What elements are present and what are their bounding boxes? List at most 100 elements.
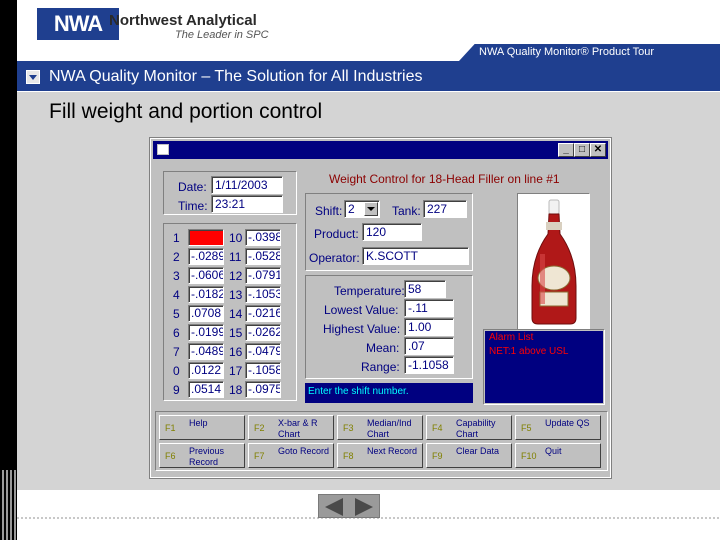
temperature-label: Temperature: [334, 284, 405, 298]
function-key-label: Update QS [545, 418, 590, 428]
left-head-weight-field[interactable]: .0708 [188, 305, 224, 322]
left-head-weight-field[interactable]: -.0199 [188, 324, 224, 341]
function-key-code: F9 [432, 451, 443, 461]
function-key-code: F4 [432, 423, 443, 433]
tank-field[interactable]: 227 [423, 200, 467, 218]
app-window: _ □ ✕ Weight Control for 18-Head Filler … [149, 137, 612, 479]
dropdown-arrow-icon[interactable] [364, 202, 378, 216]
date-field[interactable]: 1/11/2003 [211, 176, 283, 194]
time-label: Time: [178, 199, 208, 213]
operator-field[interactable]: K.SCOTT [362, 247, 469, 265]
function-key-f6-button[interactable]: F6 Previous Record [159, 443, 245, 468]
right-head-number: 12 [229, 269, 243, 283]
function-key-code: F10 [521, 451, 537, 461]
alarm-list[interactable]: NET:1 above USL [485, 345, 603, 403]
function-key-label: X-bar & R Chart [278, 418, 318, 439]
function-key-code: F6 [165, 451, 176, 461]
mean-field[interactable]: .07 [404, 337, 454, 355]
function-key-code: F7 [254, 451, 265, 461]
alarm-message: NET:1 above USL [489, 346, 569, 357]
company-tagline: The Leader in SPC [175, 29, 269, 41]
function-key-f5-button[interactable]: F5 Update QS [515, 415, 601, 440]
collapse-arrow-icon[interactable] [26, 70, 40, 84]
page-title: Fill weight and portion control [49, 100, 323, 123]
product-image [517, 193, 590, 330]
left-head-weight-field[interactable]: -.0606 [188, 267, 224, 284]
right-head-weight-field[interactable]: -.0528 [245, 248, 281, 265]
right-head-weight-field[interactable]: -.0791 [245, 267, 281, 284]
window-system-icon[interactable] [157, 144, 169, 155]
function-key-f1-button[interactable]: F1 Help [159, 415, 245, 440]
left-head-weight-field[interactable]: -.0182 [188, 286, 224, 303]
nav-forward-icon[interactable] [355, 498, 373, 516]
function-key-label: Previous Record [189, 446, 225, 467]
temperature-field[interactable]: 58 [404, 280, 446, 298]
left-head-number: 7 [173, 345, 180, 359]
highest-value-label: Highest Value: [323, 322, 401, 336]
right-head-weight-field[interactable]: -.0479 [245, 343, 281, 360]
left-head-number: 0 [173, 364, 180, 378]
right-head-weight-field[interactable]: -.1053 [245, 286, 281, 303]
company-name: Northwest Analytical [109, 12, 257, 29]
right-head-number: 18 [229, 383, 243, 397]
right-head-number: 11 [229, 250, 242, 264]
left-head-weight-field[interactable]: .0122 [188, 362, 224, 379]
left-head-weight-field[interactable]: -.0289 [188, 248, 224, 265]
function-key-code: F5 [521, 423, 532, 433]
left-head-number: 3 [173, 269, 180, 283]
function-key-f7-button[interactable]: F7 Goto Record [248, 443, 334, 468]
left-head-weight-field[interactable]: -.0489 [188, 343, 224, 360]
page-header: NWA Northwest Analytical The Leader in S… [17, 0, 720, 63]
section-title: NWA Quality Monitor – The Solution for A… [49, 68, 423, 85]
right-head-number: 13 [229, 288, 243, 302]
right-head-number: 10 [229, 231, 243, 245]
function-key-code: F2 [254, 423, 265, 433]
function-key-f10-button[interactable]: F10 Quit [515, 443, 601, 468]
right-head-weight-field[interactable]: -.0262 [245, 324, 281, 341]
function-key-label: Median/Ind Chart [367, 418, 412, 439]
ketchup-bottle-icon [518, 194, 590, 330]
function-key-f8-button[interactable]: F8 Next Record [337, 443, 423, 468]
function-key-label: Help [189, 418, 208, 428]
right-head-weight-field[interactable]: -.0216 [245, 305, 281, 322]
highest-value-field[interactable]: 1.00 [404, 318, 454, 336]
status-bar: Enter the shift number. [305, 383, 473, 403]
product-tour-tab[interactable]: NWA Quality Monitor® Product Tour [459, 44, 720, 61]
right-head-weight-field[interactable]: -.0975 [245, 381, 281, 398]
time-field[interactable]: 23:21 [211, 195, 283, 213]
left-head-number: 1 [173, 231, 180, 245]
function-key-label: Next Record [367, 446, 418, 456]
minimize-icon[interactable]: _ [558, 143, 574, 157]
function-key-f2-button[interactable]: F2 X-bar & R Chart [248, 415, 334, 440]
function-key-f3-button[interactable]: F3 Median/Ind Chart [337, 415, 423, 440]
date-label: Date: [178, 180, 207, 194]
product-field[interactable]: 120 [362, 223, 422, 241]
function-key-f4-button[interactable]: F4 Capability Chart [426, 415, 512, 440]
slide-navigation [318, 494, 380, 518]
operator-label: Operator: [309, 251, 360, 265]
section-title-bar: NWA Quality Monitor – The Solution for A… [17, 63, 720, 91]
lowest-value-label: Lowest Value: [324, 303, 399, 317]
range-field[interactable]: -1.1058 [404, 356, 454, 374]
close-icon[interactable]: ✕ [590, 143, 606, 157]
product-label: Product: [314, 227, 359, 241]
maximize-icon[interactable]: □ [574, 143, 590, 157]
lowest-value-field[interactable]: -.11 [404, 299, 454, 317]
right-head-number: 14 [229, 307, 243, 321]
left-head-number: 6 [173, 326, 180, 340]
left-head-number: 5 [173, 307, 180, 321]
function-key-label: Clear Data [456, 446, 500, 456]
company-logo: NWA [37, 8, 119, 40]
app-form-title: Weight Control for 18-Head Filler on lin… [329, 172, 560, 186]
left-head-weight-field[interactable]: .0514 [188, 381, 224, 398]
left-head-weight-field[interactable] [188, 229, 224, 246]
nav-back-icon[interactable] [325, 498, 343, 516]
left-sidebar-dots [0, 470, 17, 540]
range-label: Range: [361, 360, 400, 374]
right-head-weight-field[interactable]: -.1058 [245, 362, 281, 379]
function-key-label: Quit [545, 446, 562, 456]
function-key-f9-button[interactable]: F9 Clear Data [426, 443, 512, 468]
left-head-number: 9 [173, 383, 180, 397]
right-head-number: 16 [229, 345, 243, 359]
right-head-weight-field[interactable]: -.0398 [245, 229, 281, 246]
